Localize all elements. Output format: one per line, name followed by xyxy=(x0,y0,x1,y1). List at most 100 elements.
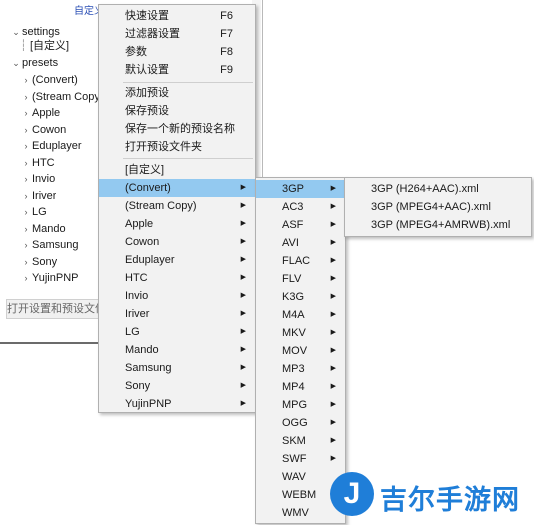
submenu-arrow-icon: ▶ xyxy=(330,203,336,210)
tree-node-preset[interactable]: › (Convert) xyxy=(10,72,78,89)
menu-item-format[interactable]: AVI ▶ xyxy=(256,234,345,252)
menu-item-format[interactable]: MP3 ▶ xyxy=(256,360,345,378)
menu-item-format[interactable]: SKM ▶ xyxy=(256,432,345,450)
menu-item-filter-settings[interactable]: 过滤器设置 F7 xyxy=(99,25,255,43)
tree-node-presets[interactable]: ⌄ presets xyxy=(10,55,58,72)
tree-node-preset[interactable]: › Eduplayer xyxy=(10,138,82,155)
expand-icon[interactable]: › xyxy=(20,221,32,238)
expand-icon[interactable]: › xyxy=(20,254,32,271)
submenu-arrow-icon: ▶ xyxy=(240,310,246,317)
submenu-arrow-icon: ▶ xyxy=(240,364,246,371)
submenu-arrow-icon: ▶ xyxy=(330,293,336,300)
submenu-arrow-icon: ▶ xyxy=(330,221,336,228)
submenu-arrow-icon: ▶ xyxy=(240,256,246,263)
submenu-arrow-icon: ▶ xyxy=(330,419,336,426)
submenu-arrow-icon: ▶ xyxy=(240,220,246,227)
menu-item-preset-file[interactable]: 3GP (H264+AAC).xml xyxy=(345,180,531,198)
menu-item-preset-group[interactable]: YujinPNP ▶ xyxy=(99,395,255,413)
tree-node-preset[interactable]: › Cowon xyxy=(10,122,67,139)
expand-icon[interactable]: › xyxy=(20,270,32,287)
menu-item-preset-group[interactable]: Apple ▶ xyxy=(99,215,255,233)
open-folder-button[interactable]: 打开设置和预设文件夹 xyxy=(6,299,103,319)
menu-item-preset-group[interactable]: Cowon ▶ xyxy=(99,233,255,251)
menu-item-open-preset-folder[interactable]: 打开预设文件夹 xyxy=(99,138,255,156)
tree-node-preset[interactable]: › Invio xyxy=(10,171,56,188)
menu-item-format[interactable]: MP4 ▶ xyxy=(256,378,345,396)
tree-node-preset[interactable]: › Iriver xyxy=(10,188,57,205)
menu-item-parameters[interactable]: 参数 F8 xyxy=(99,43,255,61)
submenu-arrow-icon: ▶ xyxy=(330,365,336,372)
submenu-arrow-icon: ▶ xyxy=(240,382,246,389)
submenu-arrow-icon: ▶ xyxy=(330,437,336,444)
menu-item-preset-group[interactable]: HTC ▶ xyxy=(99,269,255,287)
watermark-logo-icon: J xyxy=(330,472,374,516)
menu-item-preset-file[interactable]: 3GP (MPEG4+AAC).xml xyxy=(345,198,531,216)
submenu-arrow-icon: ▶ xyxy=(330,455,336,462)
tree-node-preset[interactable]: › LG xyxy=(10,204,47,221)
tree-node-custom[interactable]: ┆ [自定义] xyxy=(10,38,69,55)
menu-item-format[interactable]: MKV ▶ xyxy=(256,324,345,342)
expand-icon[interactable]: › xyxy=(20,89,32,106)
watermark-text: 吉尔手游网 xyxy=(380,485,520,516)
menu-separator xyxy=(123,82,253,83)
expand-icon[interactable]: › xyxy=(20,105,32,122)
menu-item-format[interactable]: AC3 ▶ xyxy=(256,198,345,216)
expand-icon[interactable]: › xyxy=(20,122,32,139)
tree-node-preset[interactable]: › Samsung xyxy=(10,237,79,254)
menu-item-preset-group[interactable]: Iriver ▶ xyxy=(99,305,255,323)
expand-icon[interactable]: › xyxy=(20,72,32,89)
expand-icon[interactable]: › xyxy=(20,171,32,188)
menu-item-format[interactable]: M4A ▶ xyxy=(256,306,345,324)
tree-node-preset[interactable]: › Apple xyxy=(10,105,61,122)
menu-separator xyxy=(123,158,253,159)
menu-item-format[interactable]: FLAC ▶ xyxy=(256,252,345,270)
submenu-arrow-icon: ▶ xyxy=(330,383,336,390)
submenu-arrow-icon: ▶ xyxy=(240,238,246,245)
menu-item-format[interactable]: K3G ▶ xyxy=(256,288,345,306)
tree-node-preset[interactable]: › (Stream Copy) xyxy=(10,89,104,106)
menu-item-preset-group[interactable]: Mando ▶ xyxy=(99,341,255,359)
tree-node-preset[interactable]: › Sony xyxy=(10,254,58,271)
submenu-arrow-icon: ▶ xyxy=(330,185,336,192)
expand-icon[interactable]: › xyxy=(20,138,32,155)
expand-icon[interactable]: › xyxy=(20,237,32,254)
menu-item-preset-group[interactable]: (Convert) ▶ xyxy=(99,179,255,197)
menu-item-preset-group[interactable]: Samsung ▶ xyxy=(99,359,255,377)
preset-file-submenu: 3GP (H264+AAC).xml 3GP (MPEG4+AAC).xml 3… xyxy=(344,177,532,237)
menu-item-format[interactable]: 3GP ▶ xyxy=(256,180,345,198)
tree-node-preset[interactable]: › HTC xyxy=(10,155,55,172)
menu-item-add-preset[interactable]: 添加预设 xyxy=(99,84,255,102)
menu-item-preset-file[interactable]: 3GP (MPEG4+AMRWB).xml xyxy=(345,216,531,234)
submenu-arrow-icon: ▶ xyxy=(240,346,246,353)
submenu-arrow-icon: ▶ xyxy=(240,328,246,335)
menu-item-preset-group[interactable]: [自定义] xyxy=(99,161,255,179)
menu-item-preset-group[interactable]: Sony ▶ xyxy=(99,377,255,395)
menu-item-preset-group[interactable]: Eduplayer ▶ xyxy=(99,251,255,269)
submenu-arrow-icon: ▶ xyxy=(240,292,246,299)
menu-item-format[interactable]: MPG ▶ xyxy=(256,396,345,414)
menu-item-quick-settings[interactable]: 快速设置 F6 xyxy=(99,7,255,25)
menu-item-preset-group[interactable]: Invio ▶ xyxy=(99,287,255,305)
submenu-arrow-icon: ▶ xyxy=(330,401,336,408)
expand-icon[interactable]: › xyxy=(20,204,32,221)
menu-item-default-settings[interactable]: 默认设置 F9 xyxy=(99,61,255,79)
menu-item-format[interactable]: SWF ▶ xyxy=(256,450,345,468)
submenu-arrow-icon: ▶ xyxy=(330,275,336,282)
submenu-arrow-icon: ▶ xyxy=(330,347,336,354)
submenu-arrow-icon: ▶ xyxy=(330,239,336,246)
tree-node-preset[interactable]: › Mando xyxy=(10,221,66,238)
menu-item-format[interactable]: MOV ▶ xyxy=(256,342,345,360)
menu-item-save-new-preset[interactable]: 保存一个新的预设名称 xyxy=(99,120,255,138)
menu-item-save-preset[interactable]: 保存预设 xyxy=(99,102,255,120)
tree-node-preset[interactable]: › YujinPNP xyxy=(10,270,79,287)
submenu-arrow-icon: ▶ xyxy=(240,202,246,209)
menu-item-format[interactable]: ASF ▶ xyxy=(256,216,345,234)
menu-item-preset-group[interactable]: (Stream Copy) ▶ xyxy=(99,197,255,215)
menu-item-format[interactable]: OGG ▶ xyxy=(256,414,345,432)
expand-icon[interactable]: › xyxy=(20,188,32,205)
collapse-icon[interactable]: ⌄ xyxy=(10,55,22,72)
menu-item-format[interactable]: FLV ▶ xyxy=(256,270,345,288)
menu-item-preset-group[interactable]: LG ▶ xyxy=(99,323,255,341)
expand-icon[interactable]: › xyxy=(20,155,32,172)
watermark: J 吉尔手游网 xyxy=(330,470,534,520)
